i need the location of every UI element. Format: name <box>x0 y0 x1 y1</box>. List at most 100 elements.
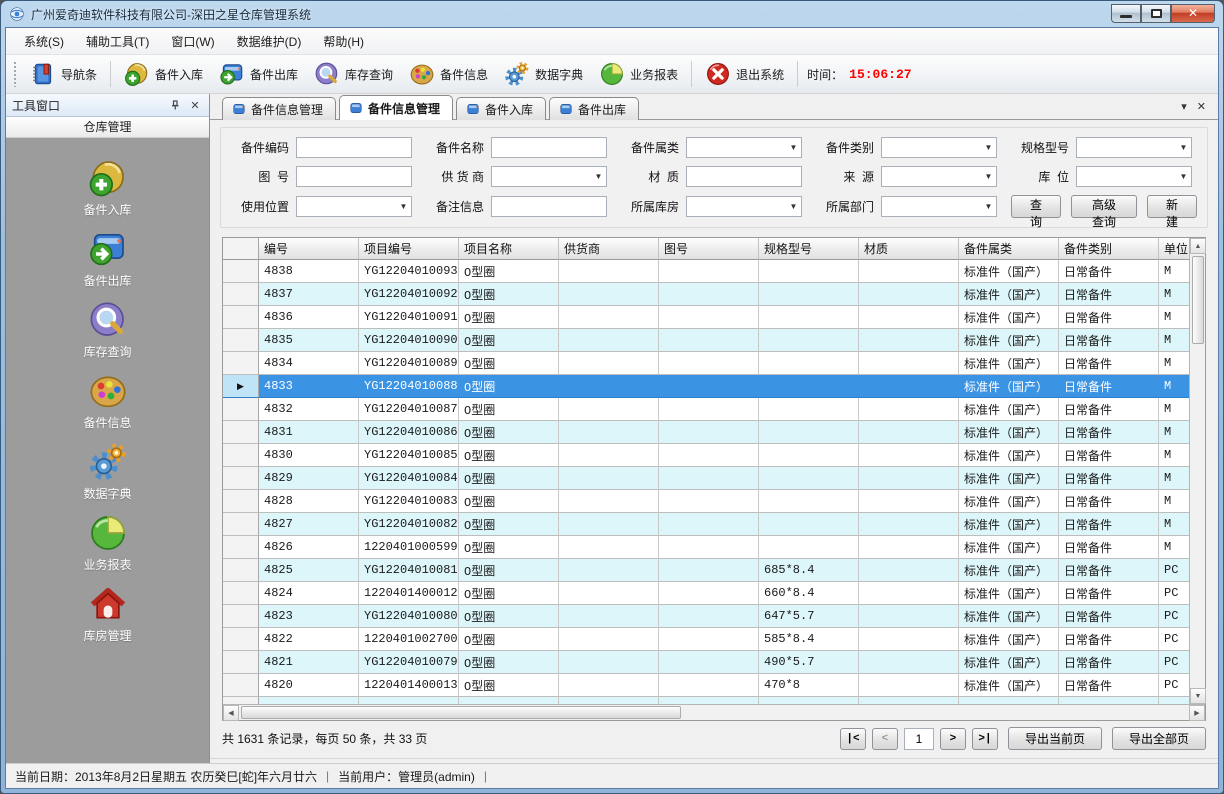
first-page-button[interactable]: |< <box>840 728 866 750</box>
grid-column-header[interactable]: 项目编号 <box>359 238 459 260</box>
tab-3[interactable]: 备件出库 <box>549 97 639 120</box>
table-row[interactable]: 4837YG12204010092O型圈标准件（国产）日常备件M <box>223 283 1189 306</box>
row-selector-cell[interactable] <box>223 444 259 467</box>
vertical-scrollbar[interactable]: ▲ ▼ <box>1189 238 1205 704</box>
row-selector-cell[interactable] <box>223 536 259 559</box>
minimize-button[interactable] <box>1111 4 1141 23</box>
field-combobox[interactable]: ▼ <box>491 166 607 187</box>
row-selector-cell[interactable] <box>223 674 259 697</box>
table-row[interactable]: ▶4833YG12204010088O型圈标准件（国产）日常备件M <box>223 375 1189 398</box>
sidebar-item-data-dictionary[interactable]: 数据字典 <box>38 442 178 502</box>
field-combobox[interactable]: ▼ <box>296 196 412 217</box>
row-selector-cell[interactable] <box>223 398 259 421</box>
export-current-page-button[interactable]: 导出当前页 <box>1008 727 1102 750</box>
toolbar-button-parts-outbound[interactable]: 备件出库 <box>211 57 306 91</box>
row-selector-cell[interactable] <box>223 306 259 329</box>
row-selector-cell[interactable] <box>223 628 259 651</box>
row-selector-cell[interactable] <box>223 467 259 490</box>
combo-dropdown-icon[interactable]: ▼ <box>786 197 801 216</box>
next-page-button[interactable]: > <box>940 728 966 750</box>
field-combobox[interactable]: ▼ <box>1076 137 1192 158</box>
sidebar-item-business-report[interactable]: 业务报表 <box>38 513 178 573</box>
combo-dropdown-icon[interactable]: ▼ <box>786 138 801 157</box>
row-selector-cell[interactable] <box>223 651 259 674</box>
menu-item[interactable]: 数据维护(D) <box>227 29 312 54</box>
field-combobox[interactable]: ▼ <box>881 166 997 187</box>
sidebar-item-parts-outbound[interactable]: 备件出库 <box>38 229 178 289</box>
field-input[interactable] <box>686 166 802 187</box>
table-row[interactable]: 4821YG12204010079O型圈490*5.7标准件（国产）日常备件PC <box>223 651 1189 674</box>
scroll-left-icon[interactable]: ◀ <box>223 705 239 721</box>
sidebar-item-parts-inbound[interactable]: 备件入库 <box>38 158 178 218</box>
scroll-right-icon[interactable]: ▶ <box>1189 705 1205 721</box>
page-number-input[interactable] <box>904 728 934 750</box>
close-button[interactable]: ✕ <box>1171 4 1215 23</box>
sidebar-item-stock-query[interactable]: 库存查询 <box>38 300 178 360</box>
last-page-button[interactable]: >| <box>972 728 998 750</box>
toolbar-button-exit-system[interactable]: 退出系统 <box>697 57 792 91</box>
advanced-query-button[interactable]: 高级查询 <box>1071 195 1137 218</box>
scroll-up-icon[interactable]: ▲ <box>1190 238 1206 254</box>
combo-dropdown-icon[interactable]: ▼ <box>1176 167 1191 186</box>
combo-dropdown-icon[interactable]: ▼ <box>981 197 996 216</box>
sidebar-item-parts-info[interactable]: 备件信息 <box>38 371 178 431</box>
scroll-down-icon[interactable]: ▼ <box>1190 688 1206 704</box>
horizontal-scrollbar[interactable]: ◀ ▶ <box>223 704 1205 720</box>
row-selector-cell[interactable] <box>223 605 259 628</box>
grid-column-header[interactable]: 单位 <box>1159 238 1189 260</box>
table-row[interactable]: 4823YG12204010080O型圈647*5.7标准件（国产）日常备件PC <box>223 605 1189 628</box>
tool-window-close-icon[interactable]: ✕ <box>187 97 203 113</box>
tab-0[interactable]: 备件信息管理 <box>222 97 336 120</box>
row-selector-cell[interactable] <box>223 490 259 513</box>
row-selector-cell[interactable] <box>223 421 259 444</box>
table-row[interactable]: 48241220401400012O型圈660*8.4标准件（国产）日常备件PC <box>223 582 1189 605</box>
toolbar-button-navigator[interactable]: 导航条 <box>22 57 105 91</box>
field-input[interactable] <box>296 166 412 187</box>
row-selector-cell[interactable] <box>223 513 259 536</box>
table-row[interactable]: 4832YG12204010087O型圈标准件（国产）日常备件M <box>223 398 1189 421</box>
toolbar-button-stock-query[interactable]: 库存查询 <box>306 57 401 91</box>
export-all-pages-button[interactable]: 导出全部页 <box>1112 727 1206 750</box>
row-selector-cell[interactable] <box>223 582 259 605</box>
toolbar-button-business-report[interactable]: 业务报表 <box>591 57 686 91</box>
menu-item[interactable]: 窗口(W) <box>161 29 224 54</box>
combo-dropdown-icon[interactable]: ▼ <box>396 197 411 216</box>
current-row-marker-icon[interactable]: ▶ <box>223 375 259 398</box>
tab-close-icon[interactable]: ✕ <box>1197 100 1206 113</box>
field-combobox[interactable]: ▼ <box>881 196 997 217</box>
table-row[interactable]: 48261220401000599O型圈标准件（国产）日常备件M <box>223 536 1189 559</box>
tab-list-dropdown-icon[interactable]: ▾ <box>1181 100 1187 113</box>
menu-item[interactable]: 帮助(H) <box>313 29 374 54</box>
combo-dropdown-icon[interactable]: ▼ <box>981 138 996 157</box>
toolbar-button-parts-inbound[interactable]: 备件入库 <box>116 57 211 91</box>
field-combobox[interactable]: ▼ <box>686 196 802 217</box>
combo-dropdown-icon[interactable]: ▼ <box>1176 138 1191 157</box>
grid-column-header[interactable]: 规格型号 <box>759 238 859 260</box>
toolbar-button-data-dictionary[interactable]: 数据字典 <box>496 57 591 91</box>
field-input[interactable] <box>296 137 412 158</box>
field-combobox[interactable]: ▼ <box>881 137 997 158</box>
table-row[interactable]: 4825YG12204010081O型圈685*8.4标准件（国产）日常备件PC <box>223 559 1189 582</box>
table-row[interactable]: 4828YG12204010083O型圈标准件（国产）日常备件M <box>223 490 1189 513</box>
table-row[interactable]: 48221220401002700O型圈585*8.4标准件（国产）日常备件PC <box>223 628 1189 651</box>
combo-dropdown-icon[interactable]: ▼ <box>981 167 996 186</box>
row-selector-cell[interactable] <box>223 329 259 352</box>
table-row[interactable]: 4827YG12204010082O型圈标准件（国产）日常备件M <box>223 513 1189 536</box>
table-row[interactable]: 48201220401400013O型圈470*8标准件（国产）日常备件PC <box>223 674 1189 697</box>
pin-icon[interactable] <box>167 97 183 113</box>
field-input[interactable] <box>491 196 607 217</box>
menu-item[interactable]: 系统(S) <box>14 29 74 54</box>
sidebar-item-warehouse-mgmt[interactable]: 库房管理 <box>38 584 178 644</box>
prev-page-button[interactable]: < <box>872 728 898 750</box>
tab-1-active[interactable]: 备件信息管理 <box>339 95 453 120</box>
table-row[interactable]: 4830YG12204010085O型圈标准件（国产）日常备件M <box>223 444 1189 467</box>
row-selector-cell[interactable] <box>223 352 259 375</box>
row-selector-cell[interactable] <box>223 260 259 283</box>
menu-item[interactable]: 辅助工具(T) <box>76 29 159 54</box>
grid-column-header[interactable]: 材质 <box>859 238 959 260</box>
table-row[interactable]: 4829YG12204010084O型圈标准件（国产）日常备件M <box>223 467 1189 490</box>
tab-2[interactable]: 备件入库 <box>456 97 546 120</box>
row-selector-cell[interactable] <box>223 559 259 582</box>
grid-column-header[interactable]: 备件类别 <box>1059 238 1159 260</box>
field-input[interactable] <box>491 137 607 158</box>
